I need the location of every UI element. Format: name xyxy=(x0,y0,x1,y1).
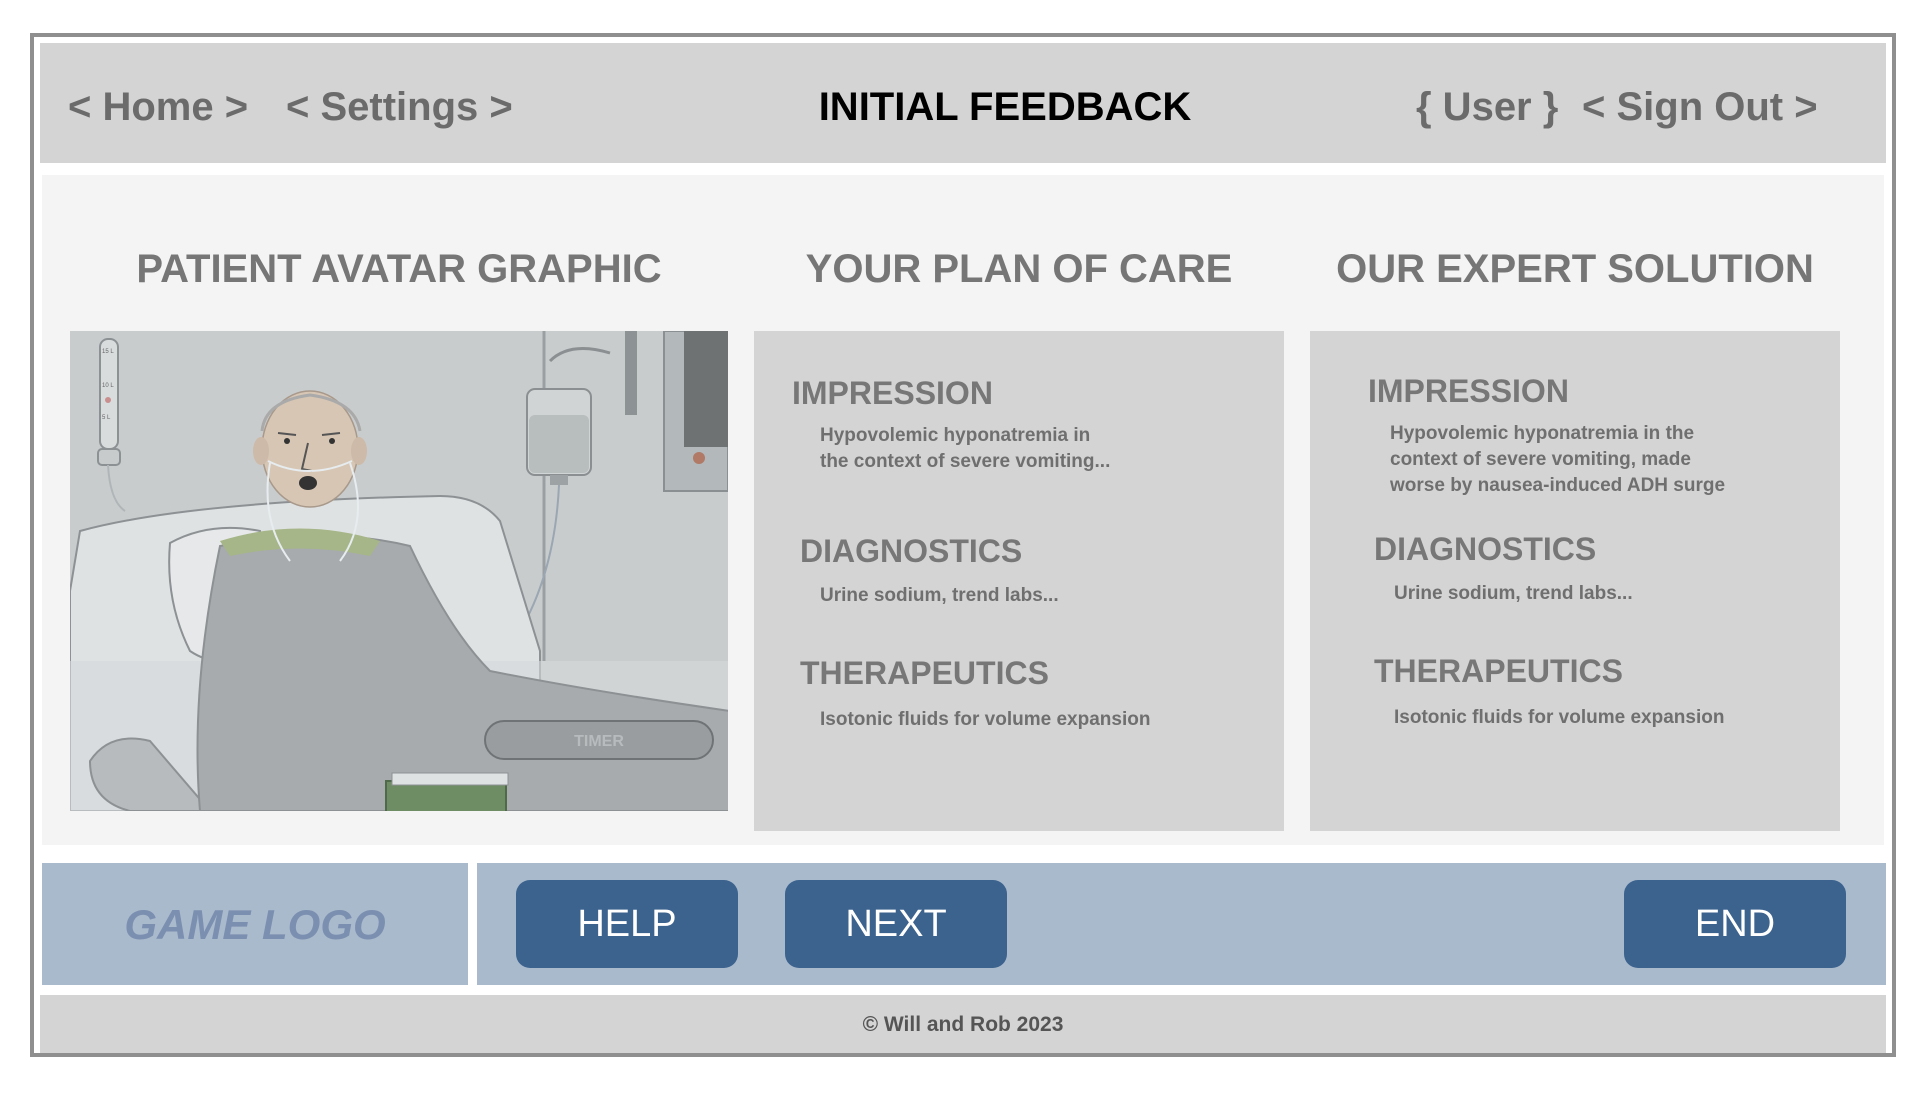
iv-mark-2: 10 L xyxy=(102,383,114,389)
footer: © Will and Rob 2023 xyxy=(40,995,1886,1053)
expert-impression-heading: IMPRESSION xyxy=(1368,373,1569,409)
help-button[interactable]: HELP xyxy=(516,880,738,968)
expert-therapeutics-text: Isotonic fluids for volume expansion xyxy=(1394,707,1725,728)
iv-mark-1: 15 L xyxy=(102,349,114,355)
plan-diagnostics-text: Urine sodium, trend labs... xyxy=(820,585,1059,606)
plan-impression-heading: IMPRESSION xyxy=(792,375,993,411)
page-title: INITIAL FEEDBACK xyxy=(818,85,1192,129)
expert-impression-line: Hypovolemic hyponatremia in the xyxy=(1390,423,1695,444)
plan-therapeutics-text: Isotonic fluids for volume expansion xyxy=(820,709,1151,730)
plan-diagnostics-heading: DIAGNOSTICS xyxy=(800,533,1023,569)
expert-impression-text: Hypovolemic hyponatremia in the context … xyxy=(1390,421,1725,499)
settings-link[interactable]: < Settings > xyxy=(286,85,513,130)
expert-impression-line: worse by nausea-induced ADH surge xyxy=(1390,475,1726,496)
plan-impression-line: Hypovolemic hyponatremia in xyxy=(820,425,1091,446)
expert-diagnostics-heading: DIAGNOSTICS xyxy=(1374,531,1597,567)
logo-area: GAME LOGO xyxy=(42,863,468,985)
expert-therapeutics-heading: THERAPEUTICS xyxy=(1374,653,1623,689)
end-button[interactable]: END xyxy=(1624,880,1846,968)
avatar-column-title: PATIENT AVATAR GRAPHIC xyxy=(136,247,662,291)
sign-out-link[interactable]: < Sign Out > xyxy=(1582,85,1818,130)
copyright-text: © Will and Rob 2023 xyxy=(862,1013,1064,1036)
plan-impression-text: Hypovolemic hyponatremia in the context … xyxy=(820,423,1110,475)
main-content: PATIENT AVATAR GRAPHIC YOUR PLAN OF CARE… xyxy=(42,175,1884,845)
patient-avatar-graphic: 15 L 10 L 5 L TIMER xyxy=(70,331,728,811)
plan-therapeutics-heading: THERAPEUTICS xyxy=(800,655,1049,691)
plan-of-care-panel: IMPRESSION Hypovolemic hyponatremia in t… xyxy=(754,331,1284,831)
game-logo: GAME LOGO xyxy=(124,901,386,948)
next-button[interactable]: NEXT xyxy=(785,880,1007,968)
expert-impression-line: context of severe vomiting, made xyxy=(1390,449,1691,470)
header-bar: < Home > < Settings > INITIAL FEEDBACK {… xyxy=(40,43,1886,163)
home-link[interactable]: < Home > xyxy=(68,85,248,130)
iv-mark-3: 5 L xyxy=(102,415,111,421)
plan-column-title: YOUR PLAN OF CARE xyxy=(805,247,1233,291)
action-bar: HELP NEXT END xyxy=(477,863,1886,985)
patient-avatar-illustration: 15 L 10 L 5 L TIMER xyxy=(70,331,728,811)
expert-column-title: OUR EXPERT SOLUTION xyxy=(1336,247,1814,291)
expert-solution-panel: IMPRESSION Hypovolemic hyponatremia in t… xyxy=(1310,331,1840,831)
app-frame: < Home > < Settings > INITIAL FEEDBACK {… xyxy=(30,33,1896,1057)
user-link[interactable]: { User } xyxy=(1416,85,1558,130)
plan-impression-line: the context of severe vomiting... xyxy=(820,451,1111,472)
expert-diagnostics-text: Urine sodium, trend labs... xyxy=(1394,583,1633,604)
timer-label: TIMER xyxy=(574,733,624,750)
